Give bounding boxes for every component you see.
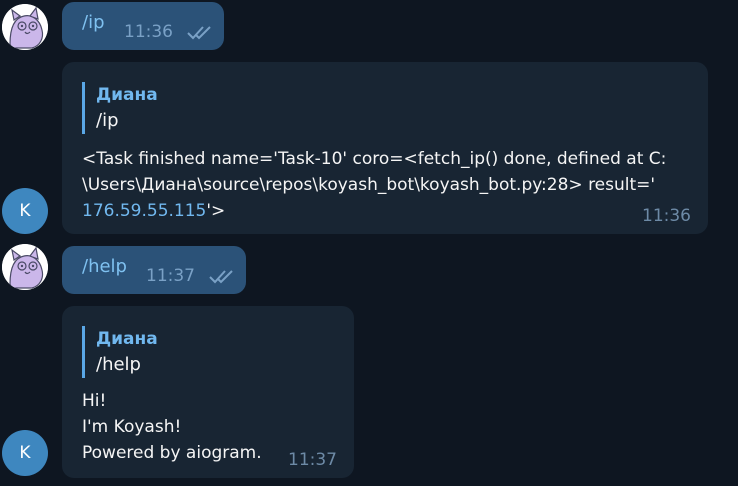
text-line: <Task finished name='Task-10' coro=<fetc… (82, 149, 667, 169)
command-text[interactable]: /help (82, 256, 127, 277)
message-text: <Task finished name='Task-10' coro=<fetc… (82, 146, 666, 224)
text-line: Powered by aiogram. (82, 443, 262, 463)
double-check-icon (187, 26, 211, 40)
message-time: 11:36 (124, 22, 173, 42)
bot-avatar-letter: K (19, 201, 31, 221)
message-text: Hi! I'm Koyash! Powered by aiogram. (82, 388, 262, 466)
bot-avatar[interactable]: K (2, 188, 48, 234)
message-time: 11:37 (146, 266, 195, 286)
bot-avatar[interactable]: K (2, 430, 48, 476)
message-bubble-out[interactable]: /ip 11:36 (62, 2, 224, 50)
reply-text: /help (96, 354, 141, 375)
ip-link[interactable]: 176.59.55.115 (82, 201, 206, 221)
cat-doodle-icon (2, 244, 48, 290)
text-tail: '> (206, 201, 226, 221)
text-line: Hi! (82, 391, 107, 411)
chat-history: /ip 11:36 Диана /ip <Task finished name=… (0, 0, 738, 486)
cat-doodle-icon (2, 4, 48, 50)
reply-author: Диана (96, 329, 158, 349)
message-bubble-in[interactable]: Диана /help Hi! I'm Koyash! Powered by a… (62, 306, 354, 478)
message-bubble-in[interactable]: Диана /ip <Task finished name='Task-10' … (62, 62, 708, 234)
message-time: 11:37 (288, 450, 337, 470)
text-line: I'm Koyash! (82, 417, 182, 437)
message-time: 11:36 (642, 206, 691, 226)
command-text[interactable]: /ip (82, 12, 105, 33)
text-line: \Users\Диана\source\repos\koyash_bot\koy… (82, 175, 656, 195)
user-avatar[interactable] (2, 4, 48, 50)
reply-text: /ip (96, 110, 119, 131)
message-bubble-out[interactable]: /help 11:37 (62, 246, 246, 294)
reply-author: Диана (96, 85, 158, 105)
reply-quote[interactable]: Диана /ip (82, 82, 158, 134)
reply-quote[interactable]: Диана /help (82, 326, 158, 378)
bot-avatar-letter: K (19, 443, 31, 463)
double-check-icon (209, 270, 233, 284)
text-line: 176.59.55.115'> (82, 198, 666, 224)
user-avatar[interactable] (2, 244, 48, 290)
